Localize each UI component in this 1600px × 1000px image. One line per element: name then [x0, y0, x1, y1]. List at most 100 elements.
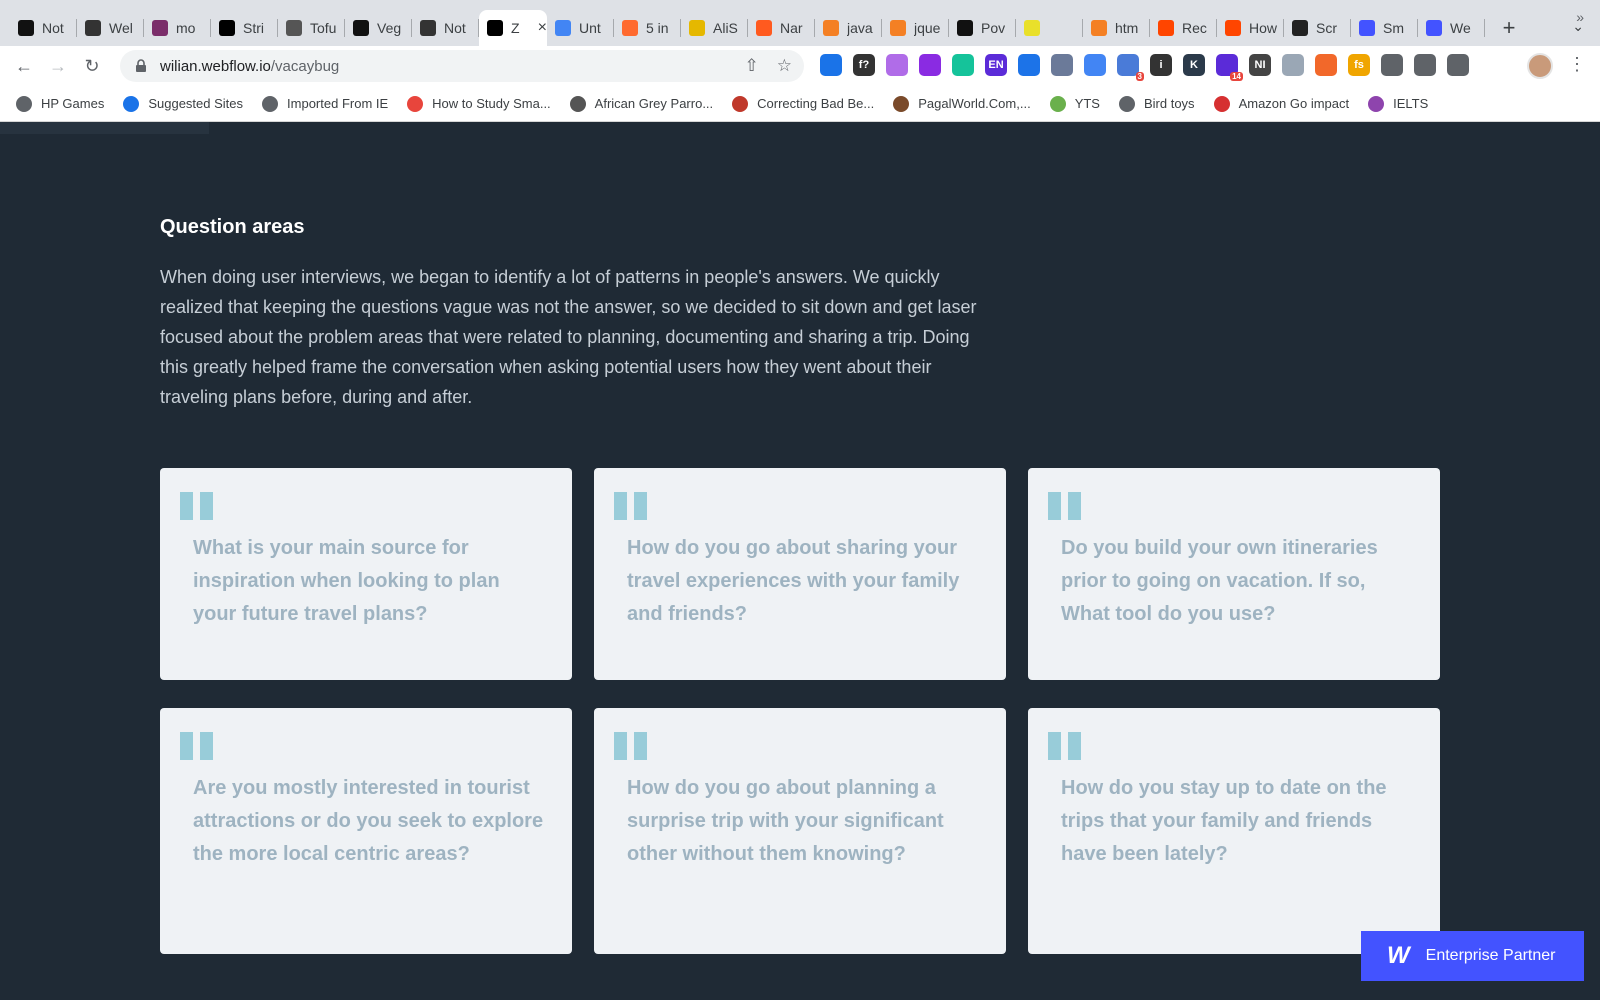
tab-title: Not [444, 20, 466, 36]
browser-tab[interactable]: Stri [211, 10, 278, 46]
tab-title: htm [1115, 20, 1139, 36]
puzzle-icon[interactable] [1381, 54, 1403, 76]
tab-title: Sm [1383, 20, 1404, 36]
bookmark-item[interactable]: Correcting Bad Be... [732, 95, 874, 112]
browser-tab[interactable]: jque [882, 10, 949, 46]
enterprise-partner-badge[interactable]: W Enterprise Partner [1361, 931, 1584, 981]
reddit-icon [1158, 20, 1174, 36]
share-icon[interactable]: ⇧ [745, 56, 759, 76]
browser-tab[interactable]: Z × [479, 10, 547, 46]
bookmark-label: African Grey Parro... [594, 96, 714, 111]
browser-tab[interactable]: Veg [345, 10, 412, 46]
question-text: Are you mostly interested in tourist att… [193, 777, 544, 865]
en-circle-icon[interactable]: EN [985, 54, 1007, 76]
shield-icon[interactable] [1282, 54, 1304, 76]
browser-tab[interactable]: Nar [748, 10, 815, 46]
browser-tab[interactable]: 5 in [614, 10, 681, 46]
grammarly-icon[interactable] [952, 54, 974, 76]
google-translate-icon[interactable] [1084, 54, 1106, 76]
tab-title: Wel [109, 20, 133, 36]
question-text: How do you stay up to date on the trips … [1061, 777, 1387, 865]
browser-tab[interactable]: Unt [547, 10, 614, 46]
stackoverflow-icon [890, 20, 906, 36]
lighthouse-icon[interactable] [1315, 54, 1337, 76]
grad-cap-icon[interactable]: 14 [1216, 54, 1243, 81]
tab-title: Rec [1182, 20, 1207, 36]
browser-tab[interactable]: Tofu [278, 10, 345, 46]
triangle-logo-icon [152, 20, 168, 36]
extension-label: NI [1254, 59, 1266, 71]
browser-tab[interactable]: Rec [1150, 10, 1217, 46]
orange-chart-icon [756, 20, 772, 36]
media-control-icon[interactable] [1414, 54, 1436, 76]
purple-w-icon[interactable] [919, 54, 941, 76]
k-dark-icon[interactable]: K [1183, 54, 1205, 76]
bookmark-item[interactable]: Suggested Sites [123, 95, 243, 112]
bookmark-item[interactable]: PagalWorld.Com,... [893, 95, 1031, 112]
question-card: Are you mostly interested in tourist att… [160, 708, 572, 954]
browser-toolbar: ← → ↻ wilian.webflow.io/vacaybug ⇧ ☆ f? E… [0, 46, 1600, 86]
browser-tab[interactable]: Wel [77, 10, 144, 46]
gradient-blob-icon[interactable] [886, 54, 908, 76]
enterprise-partner-label: Enterprise Partner [1425, 947, 1556, 964]
profile-avatar[interactable] [1527, 53, 1553, 79]
browser-tab[interactable]: How [1217, 10, 1284, 46]
bookmark-item[interactable]: Amazon Go impact [1213, 95, 1349, 112]
browser-tab[interactable]: Sm [1351, 10, 1418, 46]
tab-title: AliS [713, 20, 738, 36]
browser-tab[interactable]: htm [1083, 10, 1150, 46]
tab-title: java [847, 20, 873, 36]
close-tab-icon[interactable]: × [538, 19, 547, 37]
tab-title: Stri [243, 20, 264, 36]
quote-icon [614, 722, 654, 760]
browser-tab[interactable]: Not [10, 10, 77, 46]
browser-tab[interactable]: Scr [1284, 10, 1351, 46]
browser-tab[interactable]: Not [412, 10, 479, 46]
bookmark-item[interactable]: African Grey Parro... [569, 95, 714, 112]
bookmark-item[interactable]: IELTS [1368, 95, 1429, 112]
browser-tab[interactable]: java [815, 10, 882, 46]
reload-button[interactable]: ↻ [75, 49, 109, 83]
feather-icon [1368, 95, 1385, 112]
browser-tab[interactable]: Pov [949, 10, 1016, 46]
sidepanel-icon[interactable] [1447, 54, 1469, 76]
info-i-icon[interactable]: i [1150, 54, 1172, 76]
bookmark-item[interactable]: Bird toys [1118, 95, 1195, 112]
fs-icon[interactable]: fs [1348, 54, 1370, 76]
page-content: Question areas When doing user interview… [0, 122, 1600, 1000]
pen-tool-icon[interactable] [820, 54, 842, 76]
back-button[interactable]: ← [7, 49, 41, 83]
bookmark-label: IELTS [1393, 96, 1429, 111]
chart-logo-icon [407, 95, 424, 112]
starburst-icon[interactable]: 3 [1117, 54, 1144, 81]
section-description: When doing user interviews, we began to … [160, 267, 977, 407]
reddit-icon [1225, 20, 1241, 36]
bookmarks-overflow-button[interactable]: » [1576, 9, 1584, 25]
bookmark-item[interactable]: HP Games [16, 95, 104, 112]
checkbox-icon[interactable] [1018, 54, 1040, 76]
question-card: What is your main source for inspiration… [160, 468, 572, 680]
k-circle-icon [353, 20, 369, 36]
browser-menu-icon[interactable]: ⋮ [1568, 54, 1586, 75]
bookmark-star-icon[interactable]: ☆ [777, 56, 792, 76]
question-card: Do you build your own itineraries prior … [1028, 468, 1440, 680]
browser-tab[interactable]: AliS [681, 10, 748, 46]
yellow-logo-icon [689, 20, 705, 36]
f-question-icon[interactable]: f? [853, 54, 875, 76]
new-tab-button[interactable]: + [1491, 10, 1527, 46]
screen-icon[interactable] [1051, 54, 1073, 76]
extension-label: K [1190, 59, 1198, 71]
bookmark-item[interactable]: Imported From IE [262, 95, 388, 112]
bookmark-item[interactable]: How to Study Sma... [407, 95, 551, 112]
url-path: /vacaybug [270, 57, 340, 75]
address-bar[interactable]: wilian.webflow.io/vacaybug ⇧ ☆ [120, 50, 804, 82]
webflow-w-outline-icon [1426, 20, 1442, 36]
ni-icon[interactable]: NI [1249, 54, 1271, 76]
browser-tab[interactable]: We [1418, 10, 1485, 46]
question-card: How do you go about sharing your travel … [594, 468, 1006, 680]
bookmark-item[interactable]: YTS [1049, 95, 1100, 112]
tab-title: Tofu [310, 20, 337, 36]
browser-tab[interactable] [1016, 10, 1083, 46]
forward-button[interactable]: → [41, 49, 75, 83]
browser-tab[interactable]: mo [144, 10, 211, 46]
